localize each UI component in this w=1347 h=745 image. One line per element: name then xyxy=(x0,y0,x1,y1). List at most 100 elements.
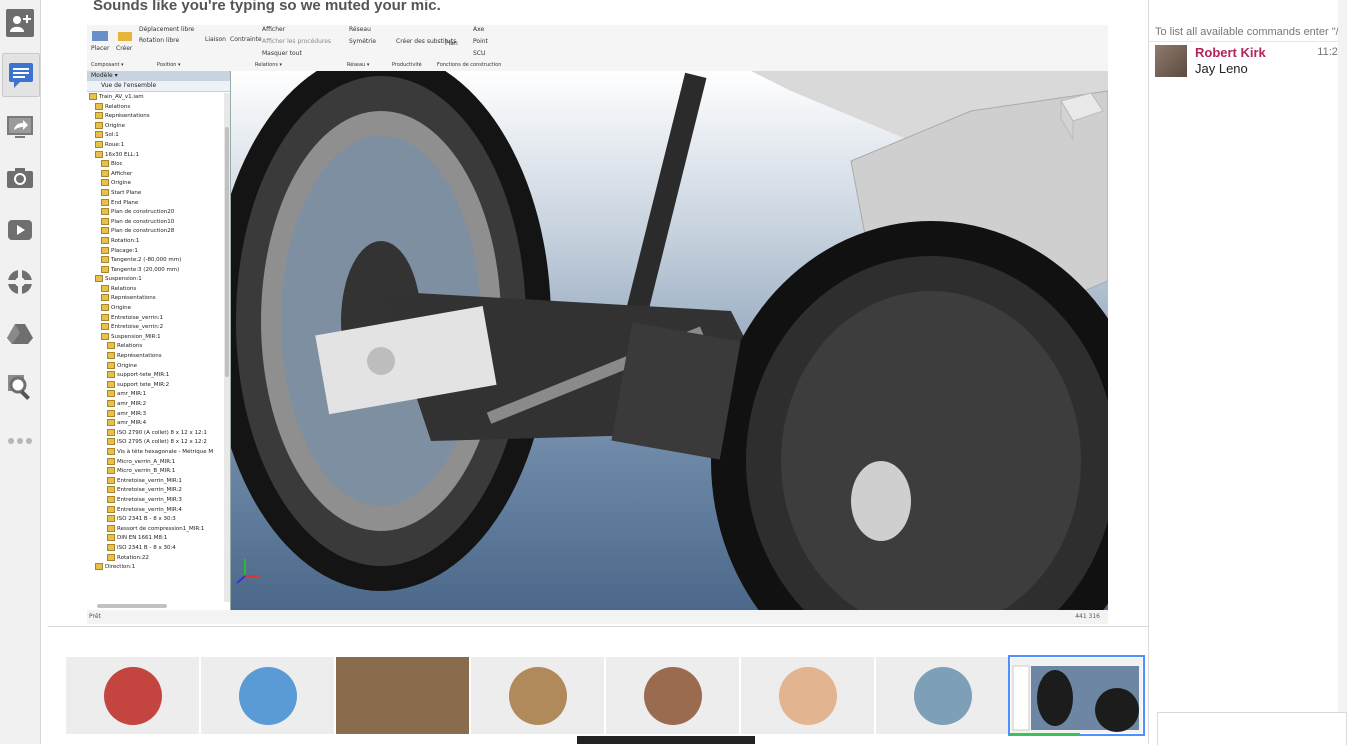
ribbon-create-button[interactable]: Créer xyxy=(116,29,134,52)
ribbon-free-move-button[interactable]: Déplacement libre xyxy=(139,26,194,34)
tree-item[interactable]: Entretoise_verrin_MIR:1 xyxy=(89,476,222,487)
more-apps-button[interactable] xyxy=(2,420,38,462)
tree-item[interactable]: Entretoise_verrin_MIR:3 xyxy=(89,495,222,506)
chat-sender-name[interactable]: Robert Kirk xyxy=(1195,45,1266,60)
ribbon-show-procedures-button[interactable]: Afficher les procédures xyxy=(262,38,331,46)
tree-item[interactable]: Entretoise_verrin_MIR:2 xyxy=(89,486,222,496)
tree-item[interactable]: amr_MIR:2 xyxy=(89,400,222,410)
effects-button[interactable] xyxy=(2,261,38,303)
tree-item[interactable]: Direction:1 xyxy=(89,563,222,573)
tree-item[interactable]: Entretoise_verrin:1 xyxy=(89,313,222,324)
tree-item[interactable]: Roue:1 xyxy=(89,140,222,151)
tree-item[interactable]: Bloc xyxy=(89,160,222,170)
invite-people-button[interactable] xyxy=(2,2,38,44)
model-tree: Train_AV_v1.iam Relations Représentations O… xyxy=(89,93,222,602)
tree-item[interactable]: Relations xyxy=(89,284,222,295)
tree-item[interactable]: Suspension:1 xyxy=(89,275,222,285)
part-icon xyxy=(101,188,109,196)
chat-button[interactable] xyxy=(2,53,40,97)
ribbon-mirror-button[interactable]: Symétrie xyxy=(349,38,376,46)
tree-item[interactable]: Afficher xyxy=(89,169,222,180)
tree-item[interactable]: ISO 2341 B - 8 x 30:4 xyxy=(89,543,222,554)
tree-item[interactable]: Micro_verrin_B_MIR:1 xyxy=(89,467,222,477)
participant-screen-tile[interactable] xyxy=(1008,655,1145,736)
tree-item[interactable]: Représentations xyxy=(89,352,222,362)
ribbon-hide-all-button[interactable]: Masquer tout xyxy=(262,50,302,58)
browser-title[interactable]: Modèle ▾ xyxy=(87,71,230,81)
tree-item[interactable]: ISO 2341 B - 8 x 30:3 xyxy=(89,515,222,525)
participant-tile[interactable] xyxy=(876,657,1009,734)
participant-video-tile[interactable] xyxy=(336,657,469,734)
tree-item[interactable]: Relations xyxy=(89,102,222,113)
ribbon-ucs-button[interactable]: SCU xyxy=(473,50,485,58)
tree-item[interactable]: End Plane xyxy=(89,198,222,209)
ribbon-section: Réseau ▾ xyxy=(347,62,370,68)
browser-hscroll[interactable] xyxy=(97,604,167,608)
ribbon-axis-button[interactable]: Axe xyxy=(473,26,484,34)
tree-item-label: ISO 2341 B - 8 x 30:3 xyxy=(117,516,176,523)
tree-item[interactable]: Start Plane xyxy=(89,188,222,199)
tree-item[interactable]: Entretoise_verrin:2 xyxy=(89,323,222,333)
tree-item[interactable]: ISO 2790 (A collet) 8 x 12 x 12:1 xyxy=(89,428,222,439)
scroll-thumb[interactable] xyxy=(225,127,229,377)
tree-item[interactable]: Plan de construction20 xyxy=(89,208,222,218)
tree-item[interactable]: Tangente:3 (20,000 mm) xyxy=(89,265,222,276)
tree-item[interactable]: Tangente:2 (-80,000 mm) xyxy=(89,256,222,266)
tree-item[interactable]: support-tete_MIR:1 xyxy=(89,371,222,381)
participant-tile[interactable] xyxy=(471,657,604,734)
ribbon-free-rotate-button[interactable]: Rotation libre xyxy=(139,37,179,45)
tree-item[interactable]: Rotation:1 xyxy=(89,236,222,247)
tree-item[interactable]: Suspension_MIR:1 xyxy=(89,332,222,343)
ribbon-show-button[interactable]: Afficher xyxy=(262,26,285,34)
tree-item[interactable]: support tete_MIR:2 xyxy=(89,380,222,391)
ribbon-constraint-button[interactable]: Contrainte xyxy=(230,36,262,44)
tree-item[interactable]: Rotation:22 xyxy=(89,553,222,564)
tree-item[interactable]: Origine xyxy=(89,304,222,314)
ribbon-pattern-button[interactable]: Réseau xyxy=(349,26,371,34)
tree-item[interactable]: Relations xyxy=(89,342,222,352)
tree-item[interactable]: Ressort de compression1_MIR:1 xyxy=(89,524,222,535)
drive-button[interactable] xyxy=(2,313,38,355)
chat-scrollbar[interactable] xyxy=(1338,0,1347,744)
participant-tile[interactable] xyxy=(201,657,334,734)
participant-tile[interactable] xyxy=(66,657,199,734)
screenshare-button[interactable] xyxy=(2,106,38,148)
tree-item[interactable]: Micro_verrin_A_MIR:1 xyxy=(89,457,222,468)
tree-item[interactable]: ISO 2795 (A collet) 8 x 12 x 12:2 xyxy=(89,438,222,448)
tree-item[interactable]: Origine xyxy=(89,121,222,132)
browser-scrollbar[interactable] xyxy=(224,93,230,602)
youtube-button[interactable] xyxy=(2,209,38,251)
tree-item[interactable]: amr_MIR:4 xyxy=(89,419,222,429)
3d-viewport[interactable] xyxy=(231,71,1108,610)
tree-item[interactable]: Représentations xyxy=(89,112,222,122)
tree-item[interactable]: Train_AV_v1.iam xyxy=(89,93,222,103)
browser-view-selector[interactable]: Vue de l'ensemble xyxy=(87,81,230,92)
tree-item[interactable]: DIN EN 1661 M8:1 xyxy=(89,534,222,544)
tree-item[interactable]: Origine xyxy=(89,361,222,372)
ribbon-place-button[interactable]: Placer xyxy=(91,29,109,52)
tree-item[interactable]: Sol:1 xyxy=(89,131,222,141)
tree-item[interactable]: amr_MIR:3 xyxy=(89,409,222,420)
tree-item[interactable]: amr_MIR:1 xyxy=(89,390,222,400)
participant-tile[interactable] xyxy=(606,657,739,734)
tree-item[interactable]: Placage:1 xyxy=(89,246,222,257)
tree-item[interactable]: Plan de construction10 xyxy=(89,217,222,228)
tree-item-label: Entretoise_verrin_MIR:1 xyxy=(117,477,182,484)
capture-button[interactable] xyxy=(2,157,38,199)
participant-tile[interactable] xyxy=(741,657,874,734)
ribbon-joint-button[interactable]: Liaison xyxy=(205,36,226,44)
tree-item-label: Représentations xyxy=(105,113,150,120)
tree-item[interactable]: Origine xyxy=(89,179,222,189)
tree-item[interactable]: Entretoise_verrin_MIR:4 xyxy=(89,505,222,516)
ribbon-point-button[interactable]: Point xyxy=(473,38,488,46)
tree-item[interactable]: Représentations xyxy=(89,294,222,304)
part-icon xyxy=(107,428,115,436)
tree-item-label: Direction:1 xyxy=(105,564,136,571)
chat-input[interactable] xyxy=(1157,712,1347,745)
tree-item[interactable]: Plan de construction28 xyxy=(89,227,222,237)
zoom-app-button[interactable] xyxy=(2,366,38,408)
tree-item-label: Suspension:1 xyxy=(105,276,142,283)
tree-item[interactable]: Vis à tête hexagonale - Métrique M xyxy=(89,447,222,458)
tree-item[interactable]: 16x30 ELL:1 xyxy=(89,150,222,161)
ribbon-plane-button[interactable]: Plan xyxy=(445,40,458,48)
